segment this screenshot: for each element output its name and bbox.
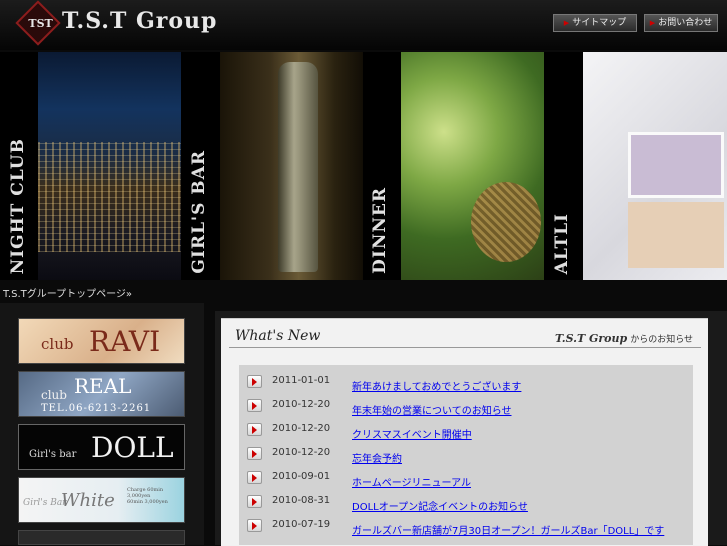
arrow-right-icon: ▶: [563, 19, 570, 27]
news-item: 2010-09-01 ホームページリニューアル: [239, 464, 693, 489]
whats-new-title: What's New: [235, 328, 321, 344]
news-date: 2010-12-20: [272, 447, 331, 458]
arrow-right-icon[interactable]: [247, 399, 262, 412]
arrow-right-icon[interactable]: [247, 471, 262, 484]
club-white-line2: 60min 3,000yen: [127, 499, 168, 505]
sitemap-button[interactable]: ▶ サイトマップ: [553, 14, 637, 32]
arrow-right-icon[interactable]: [247, 423, 262, 436]
breadcrumb[interactable]: T.S.Tグループトップページ»: [3, 285, 132, 300]
logo-mark-text: TST: [28, 16, 53, 30]
news-date: 2010-08-31: [272, 495, 331, 506]
club-doll-name: DOLL: [91, 431, 174, 464]
club-doll-banner[interactable]: Girl's bar DOLL: [18, 424, 185, 470]
contact-button[interactable]: ▶ お問い合わせ: [644, 14, 718, 32]
logo-text[interactable]: T.S.T Group: [62, 8, 217, 34]
whats-new-brand: T.S.T Group: [555, 332, 628, 345]
club-real-name: REAL: [74, 374, 132, 398]
nightclub-label[interactable]: NIGHT CLUB: [8, 138, 28, 274]
news-item: 2010-12-20 クリスマスイベント開催中: [239, 416, 693, 441]
sitemap-label: サイトマップ: [572, 18, 627, 28]
logo-icon[interactable]: TST: [15, 0, 61, 46]
news-date: 2010-12-20: [272, 399, 331, 410]
news-date: 2011-01-01: [272, 375, 331, 386]
club-ravi-word1: club: [41, 335, 74, 353]
girlsbar-label[interactable]: GIRL'S BAR: [189, 150, 209, 274]
news-item: 2010-12-20 忘年会予約: [239, 440, 693, 465]
girlsbar-photo[interactable]: [220, 52, 363, 280]
divider: [229, 347, 701, 348]
club-doll-word1: Girl's bar: [29, 449, 77, 460]
club-white-name: White: [61, 490, 115, 511]
news-item: 2010-07-19 ガールズバー新店舗が7月30日オープン！ガールズBar「D…: [239, 512, 693, 537]
contact-label: お問い合わせ: [658, 18, 713, 28]
arrow-right-icon[interactable]: [247, 519, 262, 532]
altli-photo[interactable]: [583, 52, 727, 280]
dinner-label[interactable]: DINNER: [370, 187, 390, 274]
news-item: 2011-01-01 新年あけましておめでとうございます: [239, 368, 693, 393]
news-link[interactable]: DOLLオープン記念イベントのお知らせ: [352, 498, 528, 513]
news-link[interactable]: 年末年始の営業についてのお知らせ: [352, 402, 512, 417]
news-item: 2010-12-20 年末年始の営業についてのお知らせ: [239, 392, 693, 417]
news-link[interactable]: 忘年会予約: [352, 450, 402, 465]
dinner-photo[interactable]: [401, 52, 544, 280]
news-date: 2010-09-01: [272, 471, 331, 482]
news-link[interactable]: ホームページリニューアル: [352, 474, 471, 489]
club-real-phone: TEL.06-6213-2261: [41, 403, 152, 414]
header: TST T.S.T Group ▶ サイトマップ ▶ お問い合わせ: [0, 0, 727, 50]
club-white-line1: Charge 60min 3,000yen: [127, 487, 164, 499]
news-date: 2010-12-20: [272, 423, 331, 434]
news-item: 2010-08-31 DOLLオープン記念イベントのお知らせ: [239, 488, 693, 513]
club-white-banner[interactable]: Girl's Bar White Charge 60min 3,000yen 6…: [18, 477, 185, 523]
arrow-right-icon[interactable]: [247, 447, 262, 460]
news-date: 2010-07-19: [272, 519, 331, 530]
category-banner: NIGHT CLUB GIRL'S BAR DINNER ALTLI: [0, 52, 727, 280]
club-ravi-name: RAVI: [89, 325, 161, 358]
news-link[interactable]: 新年あけましておめでとうございます: [352, 378, 521, 393]
altli-label[interactable]: ALTLI: [552, 213, 572, 274]
news-list: 2011-01-01 新年あけましておめでとうございます 2010-12-20 …: [239, 365, 693, 545]
whats-new-subtitle: T.S.T Group からのお知らせ: [555, 332, 693, 345]
club-next-banner[interactable]: [18, 530, 185, 545]
whats-new-subtitle-text: からのお知らせ: [630, 335, 694, 345]
club-white-word1: Girl's Bar: [23, 498, 67, 508]
arrow-right-icon[interactable]: [247, 495, 262, 508]
arrow-right-icon: ▶: [649, 19, 656, 27]
club-real-word1: club: [41, 388, 67, 402]
news-link[interactable]: クリスマスイベント開催中: [352, 426, 472, 441]
news-link[interactable]: ガールズバー新店舗が7月30日オープン！ガールズBar「DOLL」です: [352, 522, 664, 537]
club-real-banner[interactable]: club REAL TEL.06-6213-2261: [18, 371, 185, 417]
nightclub-photo[interactable]: [38, 52, 181, 280]
arrow-right-icon[interactable]: [247, 375, 262, 388]
club-ravi-banner[interactable]: club RAVI: [18, 318, 185, 364]
